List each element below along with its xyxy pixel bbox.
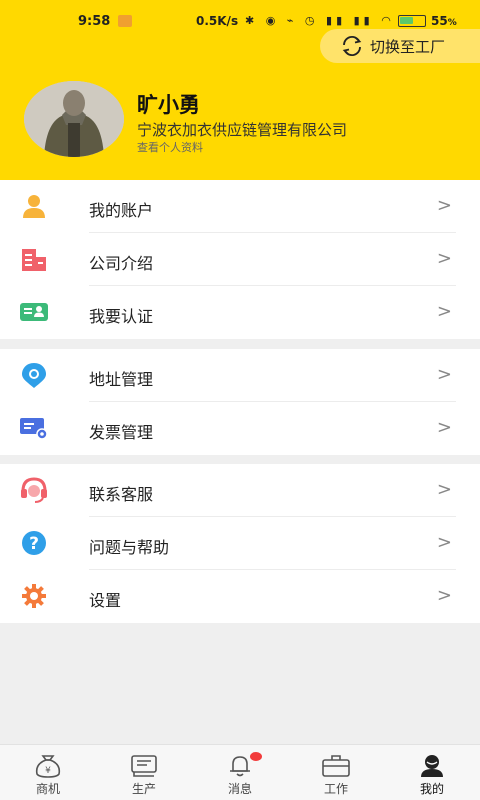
chevron-right-icon: >: [436, 301, 452, 322]
tab-label: 消息: [227, 782, 252, 796]
menu-item-help[interactable]: ? 问题与帮助 >: [0, 517, 480, 570]
view-profile-link[interactable]: 查看个人资料: [137, 139, 203, 155]
chevron-right-icon: >: [436, 364, 452, 385]
menu-item-company-intro[interactable]: 公司介绍 >: [0, 233, 480, 286]
menu-item-address[interactable]: 地址管理 >: [0, 349, 480, 402]
tab-opportunities[interactable]: ¥ 商机: [0, 745, 96, 800]
location-icon: [19, 361, 49, 389]
menu-group-account: 我的账户 > 公司介绍 > 我要认证 >: [0, 180, 480, 339]
profile-header: 9:58 0.5K/s ✱ ◉ ⌁ ◷ ▮▮ ▮▮ ◠ 55% 切换至工厂 旷小…: [0, 0, 480, 180]
menu-item-label: 地址管理: [89, 370, 154, 389]
svg-text:¥: ¥: [45, 766, 51, 776]
tab-work[interactable]: 工作: [288, 745, 384, 800]
chevron-right-icon: >: [436, 417, 452, 438]
tab-production[interactable]: 生产: [96, 745, 192, 800]
chevron-right-icon: >: [436, 585, 452, 606]
tab-label: 商机: [35, 782, 60, 796]
tab-mine[interactable]: 我的: [384, 745, 480, 800]
building-icon: [19, 245, 49, 273]
menu-item-label: 设置: [89, 591, 122, 610]
company-name: 宁波衣加衣供应链管理有限公司: [137, 121, 348, 139]
user-icon: [19, 192, 49, 220]
menu-item-label: 我要认证: [89, 307, 154, 326]
menu-item-invoice[interactable]: 发票管理 >: [0, 402, 480, 455]
tab-label: 工作: [323, 782, 348, 796]
menu-item-certification[interactable]: 我要认证 >: [0, 286, 480, 339]
menu-item-account[interactable]: 我的账户 >: [0, 180, 480, 233]
menu-item-settings[interactable]: 设置 >: [0, 570, 480, 623]
menu-group-management: 地址管理 > 发票管理 >: [0, 349, 480, 455]
switch-label: 切换至工厂: [370, 37, 446, 56]
chevron-right-icon: >: [436, 532, 452, 553]
network-speed: 0.5K/s: [196, 14, 239, 28]
refresh-icon: [342, 35, 362, 57]
status-time: 9:58: [78, 14, 111, 29]
bottom-tab-bar: ¥ 商机 生产 消息 工作 我的: [0, 744, 480, 800]
status-icons: ✱ ◉ ⌁ ◷ ▮▮ ▮▮ ◠: [245, 14, 395, 27]
avatar[interactable]: [24, 81, 124, 157]
menu-item-label: 联系客服: [89, 485, 154, 504]
menu-item-label: 公司介绍: [89, 254, 154, 273]
user-tab-icon: [421, 755, 443, 777]
money-bag-icon: ¥: [35, 755, 61, 778]
menu-item-customer-service[interactable]: 联系客服 >: [0, 464, 480, 517]
help-icon: ?: [19, 529, 49, 557]
gear-icon: [19, 582, 49, 610]
notification-icon: [118, 15, 132, 27]
menu-item-label: 问题与帮助: [89, 538, 170, 557]
production-icon: [131, 755, 157, 777]
tab-label: 生产: [131, 782, 156, 796]
id-card-icon: [19, 298, 49, 326]
chevron-right-icon: >: [436, 479, 452, 500]
user-name: 旷小勇: [137, 93, 200, 117]
menu-item-label: 我的账户: [89, 201, 154, 220]
briefcase-icon: [322, 755, 350, 777]
battery-icon: [398, 15, 426, 27]
switch-to-factory-button[interactable]: 切换至工厂: [320, 29, 480, 63]
battery-percent: 55%: [431, 14, 457, 28]
chevron-right-icon: >: [436, 248, 452, 269]
invoice-icon: [19, 414, 49, 442]
menu-item-label: 发票管理: [89, 423, 154, 442]
menu-group-support: 联系客服 > ? 问题与帮助 > 设置 >: [0, 464, 480, 623]
chevron-right-icon: >: [436, 195, 452, 216]
svg-text:?: ?: [29, 534, 39, 554]
unread-badge: [250, 752, 262, 761]
tab-messages[interactable]: 消息: [192, 745, 288, 800]
tab-label: 我的: [419, 782, 444, 796]
headset-icon: [19, 476, 49, 504]
